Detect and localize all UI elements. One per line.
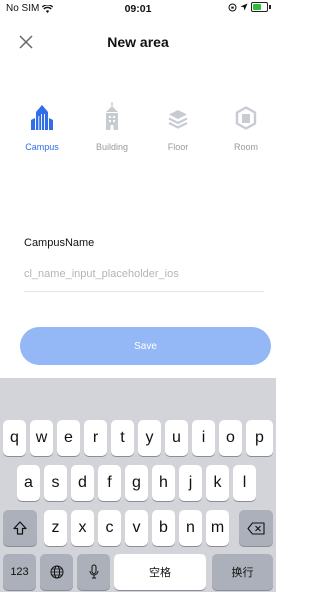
- key-q[interactable]: q: [3, 420, 26, 456]
- campus-name-label: CampusName: [24, 237, 95, 249]
- area-type-campus[interactable]: Campus: [12, 100, 72, 152]
- key-g[interactable]: g: [125, 465, 148, 501]
- room-icon: [235, 106, 257, 130]
- microphone-icon: [89, 564, 98, 579]
- campus-icon: [31, 105, 53, 130]
- key-t[interactable]: t: [111, 420, 134, 456]
- input-underline: [24, 291, 264, 292]
- keyboard: q w e r t y u i o p a s d f g h j k l z …: [0, 378, 276, 592]
- key-h[interactable]: h: [152, 465, 175, 501]
- globe-key[interactable]: [40, 554, 73, 590]
- key-f[interactable]: f: [98, 465, 121, 501]
- key-p[interactable]: p: [246, 420, 273, 456]
- delete-key[interactable]: [239, 510, 273, 546]
- save-button[interactable]: Save: [20, 327, 271, 365]
- key-n[interactable]: n: [179, 510, 202, 546]
- area-type-label: Building: [95, 142, 129, 152]
- key-j[interactable]: j: [179, 465, 202, 501]
- key-s[interactable]: s: [44, 465, 67, 501]
- area-type-room[interactable]: Room: [216, 100, 276, 152]
- area-type-building[interactable]: Building: [82, 100, 142, 152]
- key-z[interactable]: z: [44, 510, 67, 546]
- key-o[interactable]: o: [219, 420, 242, 456]
- orientation-lock-icon: [228, 3, 237, 11]
- area-type-label: Campus: [25, 142, 59, 152]
- key-w[interactable]: w: [30, 420, 53, 456]
- key-m[interactable]: m: [206, 510, 229, 546]
- key-b[interactable]: b: [152, 510, 175, 546]
- area-type-floor[interactable]: Floor: [148, 100, 208, 152]
- key-r[interactable]: r: [84, 420, 107, 456]
- area-type-label: Room: [233, 142, 258, 152]
- page-title: New area: [107, 34, 169, 50]
- status-right: [228, 2, 271, 12]
- key-l[interactable]: l: [233, 465, 256, 501]
- key-c[interactable]: c: [98, 510, 121, 546]
- key-u[interactable]: u: [165, 420, 188, 456]
- key-e[interactable]: e: [57, 420, 80, 456]
- status-bar: No SIM 09:01: [0, 0, 276, 18]
- building-icon: [106, 102, 118, 130]
- numbers-key[interactable]: 123: [3, 554, 36, 590]
- key-y[interactable]: y: [138, 420, 161, 456]
- backspace-icon: [247, 521, 265, 535]
- area-type-label: Floor: [167, 142, 189, 152]
- key-d[interactable]: d: [71, 465, 94, 501]
- space-key[interactable]: 空格: [114, 554, 206, 590]
- key-x[interactable]: x: [71, 510, 94, 546]
- key-k[interactable]: k: [206, 465, 229, 501]
- floor-icon: [168, 110, 188, 129]
- dictation-key[interactable]: [77, 554, 110, 590]
- battery-icon: [251, 2, 268, 12]
- globe-icon: [50, 565, 63, 579]
- area-type-selector: Campus Building Floor Room: [0, 100, 276, 160]
- campus-name-input[interactable]: [24, 264, 264, 284]
- key-a[interactable]: a: [17, 465, 40, 501]
- shift-key[interactable]: [3, 510, 37, 546]
- shift-icon: [13, 521, 27, 535]
- key-i[interactable]: i: [192, 420, 215, 456]
- key-v[interactable]: v: [125, 510, 148, 546]
- nav-bar: New area: [0, 22, 276, 60]
- location-icon: [240, 3, 248, 11]
- return-key[interactable]: 换行: [212, 554, 273, 590]
